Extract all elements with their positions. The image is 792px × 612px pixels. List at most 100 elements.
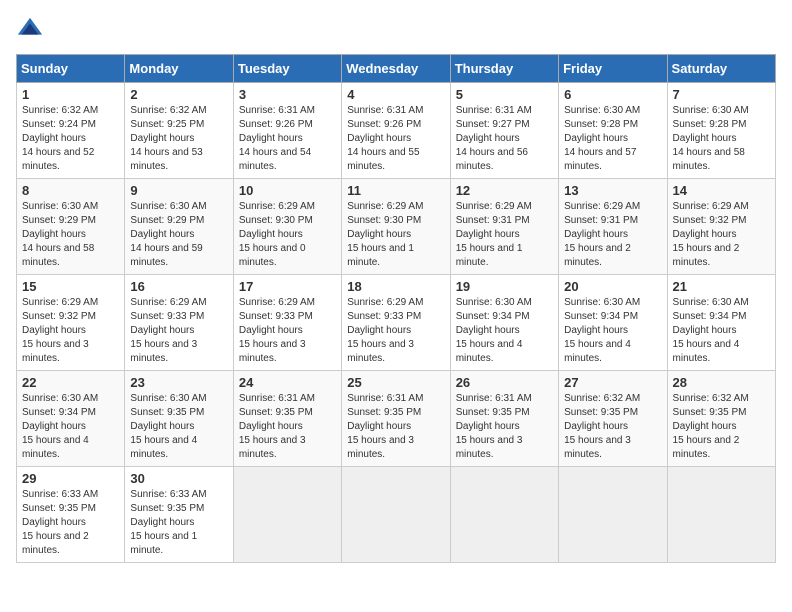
day-info: Sunrise: 6:33 AMSunset: 9:35 PMDaylight … [130,489,206,556]
table-row: 23 Sunrise: 6:30 AMSunset: 9:35 PMDayligh… [125,371,233,467]
calendar-week-row: 15 Sunrise: 6:29 AMSunset: 9:32 PMDayligh… [17,275,776,371]
day-info: Sunrise: 6:33 AMSunset: 9:35 PMDaylight … [22,489,98,556]
day-number: 24 [239,375,336,390]
table-row [233,467,341,563]
calendar-week-row: 29 Sunrise: 6:33 AMSunset: 9:35 PMDayligh… [17,467,776,563]
day-info: Sunrise: 6:32 AMSunset: 9:24 PMDaylight … [22,105,98,172]
day-number: 11 [347,183,444,198]
day-info: Sunrise: 6:30 AMSunset: 9:34 PMDaylight … [22,393,98,460]
day-info: Sunrise: 6:32 AMSunset: 9:25 PMDaylight … [130,105,206,172]
table-row: 17Sunrise: 6:29 AMSunset: 9:33 PMDayligh… [233,275,341,371]
day-info: Sunrise: 6:31 AMSunset: 9:35 PMDaylight … [347,393,423,460]
day-number: 13 [564,183,661,198]
day-number: 16 [130,279,227,294]
calendar-week-row: 8Sunrise: 6:30 AMSunset: 9:29 PMDaylight… [17,179,776,275]
day-number: 4 [347,87,444,102]
table-row: 16 Sunrise: 6:29 AMSunset: 9:33 PMDayligh… [125,275,233,371]
day-info: Sunrise: 6:30 AMSunset: 9:28 PMDaylight … [673,105,749,172]
day-number: 12 [456,183,553,198]
col-monday: Monday [125,55,233,83]
table-row: 11Sunrise: 6:29 AMSunset: 9:30 PMDayligh… [342,179,450,275]
table-row: 14 Sunrise: 6:29 AMSunset: 9:32 PMDayligh… [667,179,775,275]
table-row: 4 Sunrise: 6:31 AMSunset: 9:26 PMDaylight… [342,83,450,179]
table-row: 30 Sunrise: 6:33 AMSunset: 9:35 PMDayligh… [125,467,233,563]
day-number: 29 [22,471,119,486]
day-info: Sunrise: 6:31 AMSunset: 9:35 PMDaylight … [456,393,532,460]
table-row: 20 Sunrise: 6:30 AMSunset: 9:34 PMDayligh… [559,275,667,371]
day-number: 10 [239,183,336,198]
day-number: 22 [22,375,119,390]
day-number: 21 [673,279,770,294]
table-row: 5Sunrise: 6:31 AMSunset: 9:27 PMDaylight… [450,83,558,179]
calendar-week-row: 1Sunrise: 6:32 AMSunset: 9:24 PMDaylight… [17,83,776,179]
day-info: Sunrise: 6:31 AMSunset: 9:35 PMDaylight … [239,393,315,460]
table-row: 26 Sunrise: 6:31 AMSunset: 9:35 PMDayligh… [450,371,558,467]
calendar-header-row: Sunday Monday Tuesday Wednesday Thursday… [17,55,776,83]
page-header [16,16,776,44]
col-tuesday: Tuesday [233,55,341,83]
day-number: 3 [239,87,336,102]
day-number: 2 [130,87,227,102]
logo-icon [16,16,44,44]
day-info: Sunrise: 6:31 AMSunset: 9:26 PMDaylight … [239,105,315,172]
table-row: 29 Sunrise: 6:33 AMSunset: 9:35 PMDayligh… [17,467,125,563]
table-row: 18 Sunrise: 6:29 AMSunset: 9:33 PMDayligh… [342,275,450,371]
day-info: Sunrise: 6:30 AMSunset: 9:35 PMDaylight … [130,393,206,460]
table-row [559,467,667,563]
table-row: 6Sunrise: 6:30 AMSunset: 9:28 PMDaylight… [559,83,667,179]
day-info: Sunrise: 6:29 AMSunset: 9:33 PMDaylight … [239,297,315,364]
table-row: 27 Sunrise: 6:32 AMSunset: 9:35 PMDayligh… [559,371,667,467]
day-number: 9 [130,183,227,198]
table-row: 28 Sunrise: 6:32 AMSunset: 9:35 PMDayligh… [667,371,775,467]
day-info: Sunrise: 6:29 AMSunset: 9:30 PMDaylight … [239,201,315,268]
day-info: Sunrise: 6:30 AMSunset: 9:28 PMDaylight … [564,105,640,172]
table-row: 9 Sunrise: 6:30 AMSunset: 9:29 PMDaylight… [125,179,233,275]
day-info: Sunrise: 6:29 AMSunset: 9:32 PMDaylight … [673,201,749,268]
day-number: 15 [22,279,119,294]
col-saturday: Saturday [667,55,775,83]
day-info: Sunrise: 6:32 AMSunset: 9:35 PMDaylight … [564,393,640,460]
table-row: 1Sunrise: 6:32 AMSunset: 9:24 PMDaylight… [17,83,125,179]
col-sunday: Sunday [17,55,125,83]
table-row: 15 Sunrise: 6:29 AMSunset: 9:32 PMDayligh… [17,275,125,371]
table-row: 19Sunrise: 6:30 AMSunset: 9:34 PMDayligh… [450,275,558,371]
table-row [342,467,450,563]
table-row: 2 Sunrise: 6:32 AMSunset: 9:25 PMDaylight… [125,83,233,179]
day-number: 18 [347,279,444,294]
day-number: 27 [564,375,661,390]
day-number: 28 [673,375,770,390]
table-row: 7Sunrise: 6:30 AMSunset: 9:28 PMDaylight… [667,83,775,179]
day-info: Sunrise: 6:29 AMSunset: 9:33 PMDaylight … [347,297,423,364]
table-row [667,467,775,563]
day-number: 20 [564,279,661,294]
col-wednesday: Wednesday [342,55,450,83]
day-number: 25 [347,375,444,390]
table-row: 24 Sunrise: 6:31 AMSunset: 9:35 PMDayligh… [233,371,341,467]
day-info: Sunrise: 6:31 AMSunset: 9:26 PMDaylight … [347,105,423,172]
day-number: 5 [456,87,553,102]
logo [16,16,48,44]
day-info: Sunrise: 6:32 AMSunset: 9:35 PMDaylight … [673,393,749,460]
table-row: 22 Sunrise: 6:30 AMSunset: 9:34 PMDayligh… [17,371,125,467]
calendar-table: Sunday Monday Tuesday Wednesday Thursday… [16,54,776,563]
col-friday: Friday [559,55,667,83]
table-row: 12 Sunrise: 6:29 AMSunset: 9:31 PMDayligh… [450,179,558,275]
day-number: 23 [130,375,227,390]
day-info: Sunrise: 6:30 AMSunset: 9:34 PMDaylight … [564,297,640,364]
day-info: Sunrise: 6:29 AMSunset: 9:31 PMDaylight … [456,201,532,268]
day-info: Sunrise: 6:30 AMSunset: 9:34 PMDaylight … [673,297,749,364]
day-number: 19 [456,279,553,294]
day-number: 30 [130,471,227,486]
table-row: 10 Sunrise: 6:29 AMSunset: 9:30 PMDayligh… [233,179,341,275]
day-info: Sunrise: 6:29 AMSunset: 9:31 PMDaylight … [564,201,640,268]
table-row: 8Sunrise: 6:30 AMSunset: 9:29 PMDaylight… [17,179,125,275]
day-number: 26 [456,375,553,390]
day-info: Sunrise: 6:29 AMSunset: 9:33 PMDaylight … [130,297,206,364]
table-row: 25 Sunrise: 6:31 AMSunset: 9:35 PMDayligh… [342,371,450,467]
day-info: Sunrise: 6:29 AMSunset: 9:32 PMDaylight … [22,297,98,364]
day-number: 14 [673,183,770,198]
col-thursday: Thursday [450,55,558,83]
day-info: Sunrise: 6:30 AMSunset: 9:29 PMDaylight … [22,201,98,268]
day-info: Sunrise: 6:30 AMSunset: 9:29 PMDaylight … [130,201,206,268]
calendar-week-row: 22 Sunrise: 6:30 AMSunset: 9:34 PMDayligh… [17,371,776,467]
